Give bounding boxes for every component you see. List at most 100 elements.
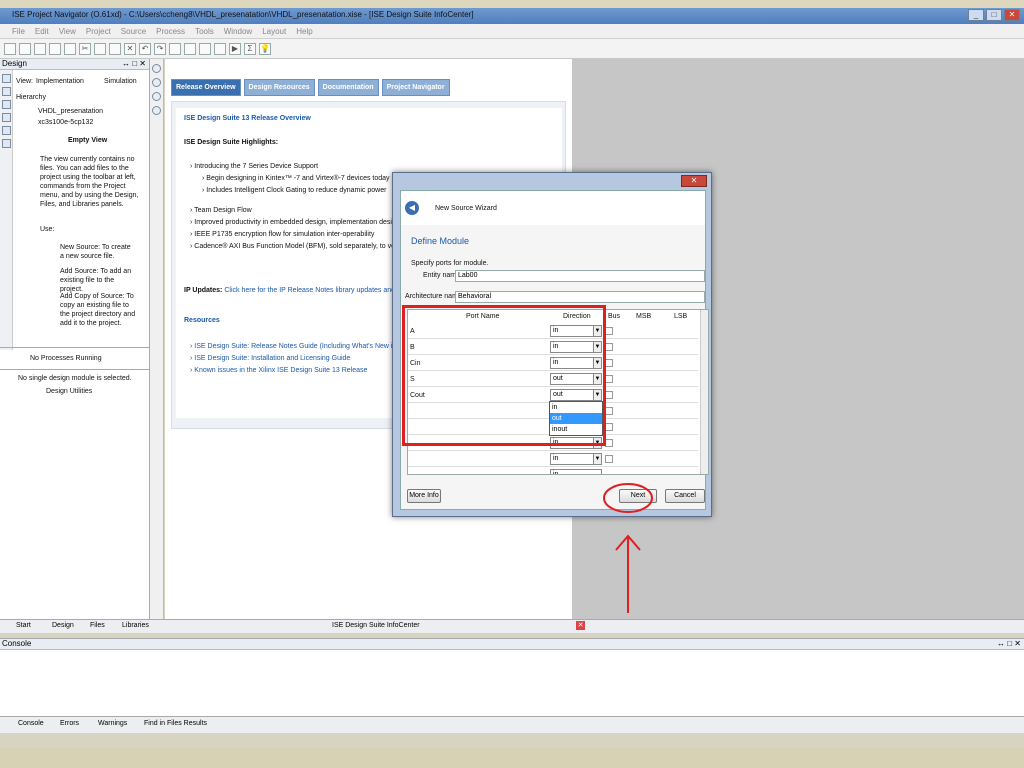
maximize-button[interactable]: □ xyxy=(986,9,1002,21)
tab-start[interactable]: Start xyxy=(16,622,31,629)
tab-console[interactable]: Console xyxy=(18,720,44,727)
tab-design[interactable]: Design xyxy=(52,622,74,629)
save-icon[interactable] xyxy=(34,42,46,55)
empty-view-title: Empty View xyxy=(68,137,108,144)
menu-project[interactable]: Project xyxy=(86,27,111,36)
resource-link[interactable]: › ISE Design Suite: Release Notes Guide … xyxy=(190,342,405,351)
new-source-icon[interactable] xyxy=(2,87,11,96)
architecture-name-input[interactable]: Behavioral xyxy=(455,291,705,303)
cascade-icon[interactable] xyxy=(214,42,226,55)
ip-updates: IP Updates: Click here for the IP Releas… xyxy=(184,287,410,294)
direction-select[interactable]: in ▼ xyxy=(550,453,602,465)
tab-libraries[interactable]: Libraries xyxy=(122,622,149,629)
empty-view-text: The view currently contains no files. Yo… xyxy=(40,156,139,208)
sum-icon[interactable]: Σ xyxy=(244,42,256,55)
tab-release-overview[interactable]: Release Overview xyxy=(171,79,241,96)
close-button[interactable]: ✕ xyxy=(1004,9,1020,21)
table-row: in xyxy=(408,468,698,474)
cancel-button[interactable]: Cancel xyxy=(665,489,705,503)
menu-file[interactable]: File xyxy=(12,27,25,36)
minimize-button[interactable]: _ xyxy=(968,9,984,21)
slide-frame-top xyxy=(0,0,1024,8)
project-node[interactable]: VHDL_presenatation xyxy=(38,107,103,116)
menu-tools[interactable]: Tools xyxy=(195,27,214,36)
resources-heading: Resources xyxy=(184,317,220,324)
direction-select[interactable]: in xyxy=(550,469,602,474)
back-arrow-icon[interactable]: ◀ xyxy=(405,201,419,215)
menu-help[interactable]: Help xyxy=(296,27,312,36)
implementation-radio[interactable]: Implementation xyxy=(36,77,84,86)
nav-icon-3[interactable] xyxy=(152,92,161,101)
tab-files[interactable]: Files xyxy=(90,622,105,629)
undo-icon[interactable]: ↶ xyxy=(139,42,151,55)
menu-window[interactable]: Window xyxy=(224,27,252,36)
entity-name-input[interactable]: Lab00 xyxy=(455,270,705,282)
resource-link[interactable]: › Known issues in the Xilinx ISE Design … xyxy=(190,366,367,375)
tab-documentation[interactable]: Documentation xyxy=(317,79,379,96)
find-icon[interactable] xyxy=(169,42,181,55)
tile-icon[interactable] xyxy=(199,42,211,55)
delete-icon[interactable]: ✕ xyxy=(124,42,136,55)
add-copy-icon[interactable] xyxy=(2,113,11,122)
view-icon[interactable] xyxy=(2,74,11,83)
zoom-icon[interactable] xyxy=(184,42,196,55)
specify-ports-label: Specify ports for module. xyxy=(411,260,489,267)
properties-icon[interactable] xyxy=(2,139,11,148)
print-icon[interactable] xyxy=(64,42,76,55)
copy-icon[interactable] xyxy=(94,42,106,55)
bus-checkbox[interactable] xyxy=(605,327,613,335)
dialog-close-button[interactable]: ✕ xyxy=(681,175,707,187)
redo-icon[interactable]: ↷ xyxy=(154,42,166,55)
device-node[interactable]: xc3s100e-5cp132 xyxy=(38,118,93,127)
design-utilities-node[interactable]: Design Utilities xyxy=(46,387,92,396)
design-panel-title: Design ↔ □ ✕ xyxy=(0,59,149,70)
no-processes-label: No Processes Running xyxy=(30,355,102,362)
bus-checkbox[interactable] xyxy=(605,423,613,431)
bus-checkbox[interactable] xyxy=(605,391,613,399)
tab-infocenter[interactable]: ISE Design Suite InfoCenter xyxy=(332,622,420,629)
console-panel: Console ↔ □ ✕ xyxy=(0,638,1024,716)
no-module-label: No single design module is selected. xyxy=(18,375,132,382)
menu-process[interactable]: Process xyxy=(156,27,185,36)
tab-design-resources[interactable]: Design Resources xyxy=(243,79,315,96)
tab-warnings[interactable]: Warnings xyxy=(98,720,127,727)
resource-link[interactable]: › ISE Design Suite: Installation and Lic… xyxy=(190,354,350,363)
menu-layout[interactable]: Layout xyxy=(262,27,286,36)
add-source-icon[interactable] xyxy=(2,100,11,109)
bus-checkbox[interactable] xyxy=(605,439,613,447)
bus-checkbox[interactable] xyxy=(605,407,613,415)
remove-icon[interactable] xyxy=(2,126,11,135)
bus-checkbox[interactable] xyxy=(605,375,613,383)
define-module-heading: Define Module xyxy=(411,236,470,246)
save-all-icon[interactable] xyxy=(49,42,61,55)
close-tab-icon[interactable]: ✕ xyxy=(576,621,585,630)
menu-edit[interactable]: Edit xyxy=(35,27,49,36)
open-folder-icon[interactable] xyxy=(19,42,31,55)
menu-view[interactable]: View xyxy=(59,27,76,36)
simulation-radio[interactable]: Simulation xyxy=(104,77,137,86)
tab-project-navigator[interactable]: Project Navigator xyxy=(381,79,450,96)
menu-source[interactable]: Source xyxy=(121,27,146,36)
bus-checkbox[interactable] xyxy=(605,455,613,463)
panel-controls-icon[interactable]: ↔ □ ✕ xyxy=(997,639,1021,648)
ports-scrollbar[interactable] xyxy=(700,310,708,474)
run-icon[interactable]: ▶ xyxy=(229,42,241,55)
paste-icon[interactable] xyxy=(109,42,121,55)
console-title: Console ↔ □ ✕ xyxy=(0,639,1024,650)
highlight-subitem: › Begin designing in Kintex™ -7 and Virt… xyxy=(202,175,390,182)
nav-icon-2[interactable] xyxy=(152,78,161,87)
lightbulb-icon[interactable]: 💡 xyxy=(259,42,271,55)
annotation-box xyxy=(402,305,606,446)
view-label: View: xyxy=(16,78,33,85)
ip-updates-link[interactable]: Click here for the IP Release Notes libr… xyxy=(224,287,409,294)
more-info-button[interactable]: More Info xyxy=(407,489,441,503)
bus-checkbox[interactable] xyxy=(605,359,613,367)
tab-find-results[interactable]: Find in Files Results xyxy=(144,720,207,727)
bus-checkbox[interactable] xyxy=(605,343,613,351)
tab-errors[interactable]: Errors xyxy=(60,720,79,727)
nav-icon-1[interactable] xyxy=(152,64,161,73)
nav-icon-4[interactable] xyxy=(152,106,161,115)
panel-controls-icon[interactable]: ↔ □ ✕ xyxy=(122,59,146,68)
new-file-icon[interactable] xyxy=(4,42,16,55)
cut-icon[interactable]: ✂ xyxy=(79,42,91,55)
